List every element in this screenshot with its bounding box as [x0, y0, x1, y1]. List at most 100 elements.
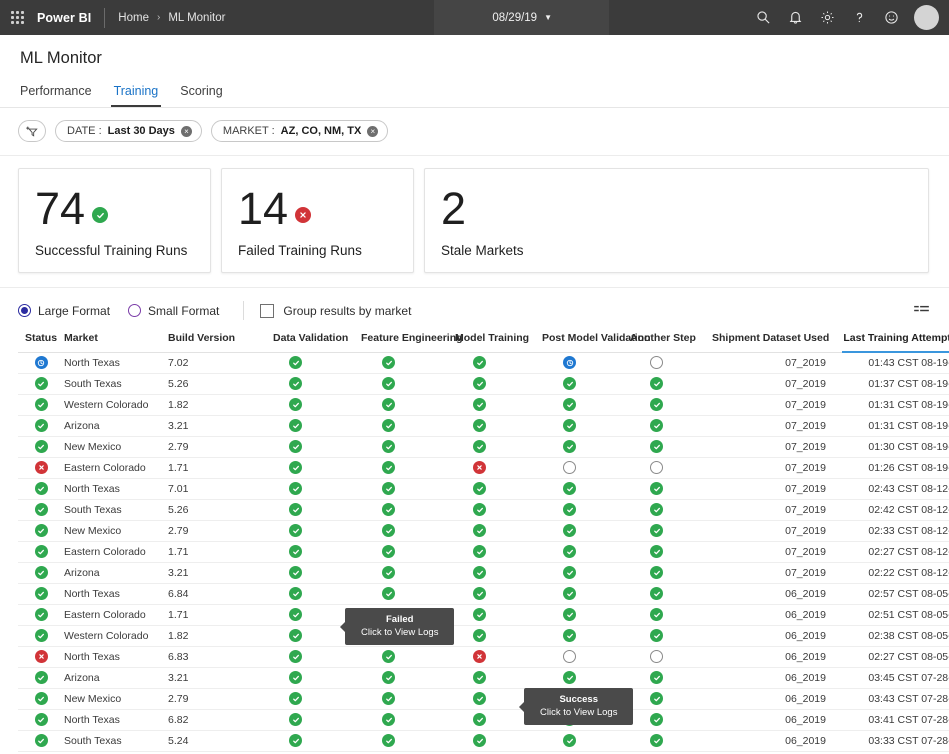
post-model-validation-success-icon[interactable]: [563, 503, 576, 516]
status-success-icon[interactable]: [34, 482, 48, 495]
cell-model-training[interactable]: [453, 415, 538, 437]
cell-post-model-validation[interactable]: [538, 415, 630, 437]
feature-engineering-success-icon[interactable]: [382, 608, 395, 621]
cell-data-validation[interactable]: [263, 646, 353, 668]
column-header-shipment-dataset-used[interactable]: Shipment Dataset Used: [712, 332, 842, 353]
cell-status[interactable]: [18, 583, 64, 605]
data-validation-success-icon[interactable]: [289, 482, 302, 495]
feature-engineering-success-icon[interactable]: [382, 377, 395, 390]
another-step-success-icon[interactable]: [650, 587, 663, 600]
help-icon[interactable]: [843, 0, 875, 35]
cell-post-model-validation[interactable]: [538, 499, 630, 521]
cell-status[interactable]: [18, 352, 64, 374]
model-training-success-icon[interactable]: [473, 524, 486, 537]
model-training-success-icon[interactable]: [473, 545, 486, 558]
cell-another-step[interactable]: [630, 730, 712, 752]
cell-feature-engineering[interactable]: [353, 499, 453, 521]
cell-post-model-validation[interactable]: [538, 625, 630, 647]
cell-model-training[interactable]: [453, 499, 538, 521]
cell-model-training[interactable]: [453, 625, 538, 647]
cell-status[interactable]: [18, 415, 64, 437]
model-training-success-icon[interactable]: [473, 608, 486, 621]
cell-model-training[interactable]: [453, 604, 538, 626]
data-validation-success-icon[interactable]: [289, 608, 302, 621]
search-icon[interactable]: [747, 0, 779, 35]
column-header-another-step[interactable]: Another Step: [630, 332, 712, 353]
model-training-success-icon[interactable]: [473, 503, 486, 516]
cell-model-training[interactable]: [453, 394, 538, 416]
status-failed-icon[interactable]: [34, 461, 48, 474]
cell-model-training[interactable]: [453, 688, 538, 710]
cell-post-model-validation[interactable]: [538, 436, 630, 458]
status-success-icon[interactable]: [34, 734, 48, 747]
status-success-icon[interactable]: [34, 398, 48, 411]
breadcrumb-ml-monitor[interactable]: ML Monitor: [168, 12, 225, 24]
cell-data-validation[interactable]: [263, 625, 353, 647]
feature-engineering-success-icon[interactable]: [382, 398, 395, 411]
cell-another-step[interactable]: [630, 499, 712, 521]
another-step-success-icon[interactable]: [650, 419, 663, 432]
post-model-validation-success-icon[interactable]: [563, 566, 576, 579]
cell-another-step[interactable]: [630, 373, 712, 395]
cell-another-step[interactable]: [630, 604, 712, 626]
table-row[interactable]: New Mexico2.79 07_201902:33 CST 08-12-201…: [18, 520, 949, 542]
post-model-validation-success-icon[interactable]: [563, 629, 576, 642]
cell-feature-engineering[interactable]: [353, 520, 453, 542]
kpi-card-successful-runs[interactable]: 74 Successful Training Runs: [18, 168, 211, 273]
model-training-success-icon[interactable]: [473, 377, 486, 390]
cell-model-training[interactable]: [453, 541, 538, 563]
cell-post-model-validation[interactable]: [538, 583, 630, 605]
cell-post-model-validation[interactable]: [538, 457, 630, 479]
model-training-success-icon[interactable]: [473, 566, 486, 579]
cell-data-validation[interactable]: [263, 352, 353, 374]
table-row[interactable]: North Texas6.83 06_201902:27 CST 08-05-20…: [18, 646, 949, 668]
cell-model-training[interactable]: [453, 583, 538, 605]
post-model-validation-pending-icon[interactable]: [563, 461, 576, 474]
cell-model-training[interactable]: [453, 520, 538, 542]
cell-another-step[interactable]: [630, 352, 712, 374]
cell-model-training[interactable]: [453, 457, 538, 479]
another-step-success-icon[interactable]: [650, 692, 663, 705]
data-validation-success-icon[interactable]: [289, 398, 302, 411]
column-header-status[interactable]: Status: [18, 332, 64, 353]
table-row[interactable]: New Mexico2.79 07_201901:30 CST 08-19-201…: [18, 436, 949, 458]
data-validation-success-icon[interactable]: [289, 692, 302, 705]
post-model-validation-success-icon[interactable]: [563, 692, 576, 705]
cell-post-model-validation[interactable]: [538, 604, 630, 626]
feature-engineering-success-icon[interactable]: [382, 503, 395, 516]
cell-another-step[interactable]: [630, 394, 712, 416]
status-success-icon[interactable]: [34, 608, 48, 621]
cell-status[interactable]: [18, 436, 64, 458]
feature-engineering-success-icon[interactable]: [382, 734, 395, 747]
model-training-success-icon[interactable]: [473, 482, 486, 495]
data-validation-success-icon[interactable]: [289, 545, 302, 558]
cell-model-training[interactable]: [453, 478, 538, 500]
tab-scoring[interactable]: Scoring: [169, 84, 233, 107]
cell-data-validation[interactable]: [263, 373, 353, 395]
cell-another-step[interactable]: [630, 478, 712, 500]
post-model-validation-success-icon[interactable]: [563, 398, 576, 411]
status-failed-icon[interactable]: [34, 650, 48, 663]
cell-data-validation[interactable]: [263, 667, 353, 689]
cell-feature-engineering[interactable]: [353, 625, 453, 647]
cell-data-validation[interactable]: [263, 394, 353, 416]
cell-post-model-validation[interactable]: [538, 646, 630, 668]
cell-status[interactable]: [18, 646, 64, 668]
table-row[interactable]: North Texas7.02 07_201901:43 CST 08-19-20…: [18, 352, 949, 374]
cell-another-step[interactable]: [630, 646, 712, 668]
cell-data-validation[interactable]: [263, 436, 353, 458]
table-row[interactable]: South Texas5.24 06_201903:33 CST 07-28-20…: [18, 730, 949, 752]
data-validation-success-icon[interactable]: [289, 419, 302, 432]
view-density-toggle-icon[interactable]: [914, 305, 929, 316]
cell-data-validation[interactable]: [263, 541, 353, 563]
cell-status[interactable]: [18, 730, 64, 752]
cell-another-step[interactable]: [630, 709, 712, 731]
remove-filter-date-icon[interactable]: ×: [180, 125, 192, 137]
cell-data-validation[interactable]: [263, 499, 353, 521]
post-model-validation-success-icon[interactable]: [563, 671, 576, 684]
bell-icon[interactable]: [779, 0, 811, 35]
cell-status[interactable]: [18, 604, 64, 626]
filter-pill-date[interactable]: DATE : Last 30 Days ×: [55, 120, 202, 142]
cell-feature-engineering[interactable]: [353, 562, 453, 584]
post-model-validation-success-icon[interactable]: [563, 419, 576, 432]
